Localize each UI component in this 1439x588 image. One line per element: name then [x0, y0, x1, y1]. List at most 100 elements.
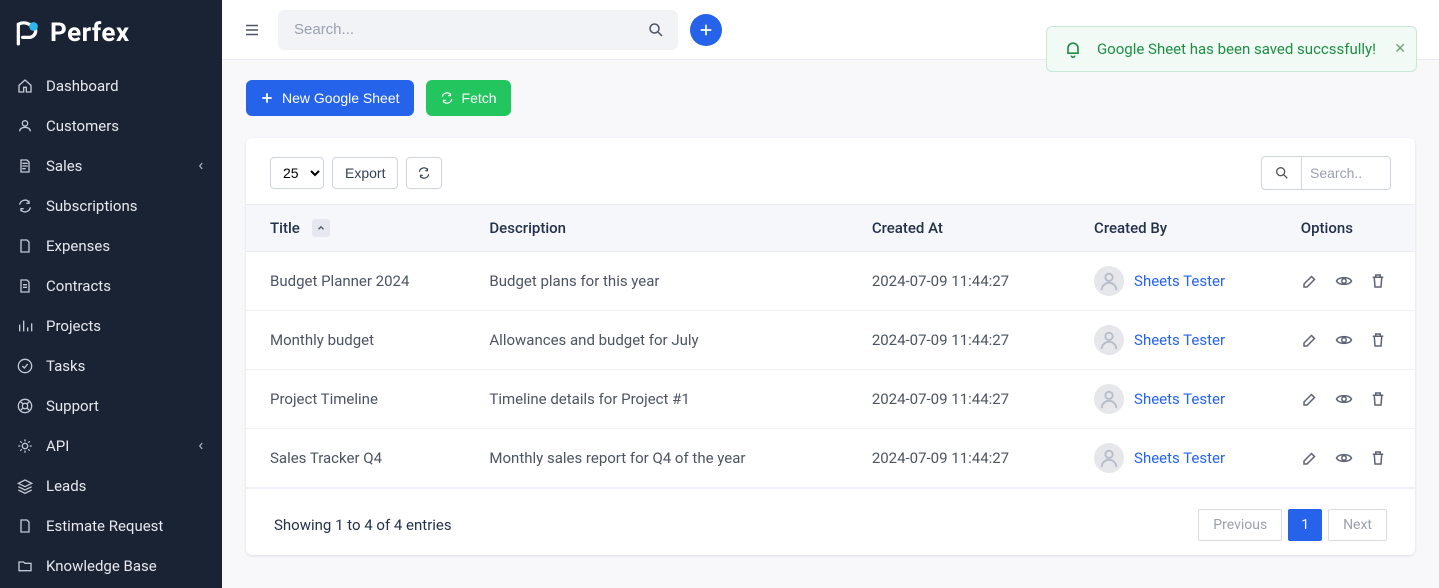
table-search-input[interactable] — [1302, 157, 1390, 189]
sidebar-item-label: Expenses — [46, 237, 110, 255]
sidebar-item-label: Subscriptions — [46, 197, 137, 215]
file-icon — [16, 517, 34, 535]
cell-created-at: 2024-07-09 11:44:27 — [872, 449, 1009, 467]
pager-next[interactable]: Next — [1328, 509, 1387, 541]
quick-add-button[interactable] — [690, 14, 722, 46]
fetch-button[interactable]: Fetch — [426, 80, 511, 116]
row-actions — [1301, 331, 1391, 349]
avatar — [1094, 384, 1124, 414]
cell-description: Timeline details for Project #1 — [489, 390, 689, 408]
sidebar-item-tasks[interactable]: Tasks — [0, 346, 222, 386]
cell-title: Sales Tracker Q4 — [270, 449, 382, 467]
cell-description: Budget plans for this year — [489, 272, 659, 290]
trash-icon — [1369, 331, 1387, 349]
brand-logo[interactable]: Perfex — [0, 0, 222, 66]
chevron-left-icon — [196, 441, 206, 451]
sidebar-item-expenses[interactable]: Expenses — [0, 226, 222, 266]
sidebar-item-leads[interactable]: Leads — [0, 466, 222, 506]
edit-button[interactable] — [1301, 390, 1319, 408]
edit-icon — [1301, 331, 1319, 349]
cell-description: Allowances and budget for July — [489, 331, 698, 349]
created-by-link[interactable]: Sheets Tester — [1134, 331, 1225, 349]
row-actions — [1301, 272, 1391, 290]
view-button[interactable] — [1335, 331, 1353, 349]
view-button[interactable] — [1335, 390, 1353, 408]
col-options: Options — [1285, 205, 1415, 252]
sidebar-item-label: Contracts — [46, 277, 111, 295]
table-row: Budget Planner 2024Budget plans for this… — [246, 252, 1415, 311]
sidebar-item-contracts[interactable]: Contracts — [0, 266, 222, 306]
col-title[interactable]: Title — [246, 205, 473, 252]
sidebar-item-support[interactable]: Support — [0, 386, 222, 426]
cell-title: Project Timeline — [270, 390, 378, 408]
sidebar-item-sales[interactable]: Sales — [0, 146, 222, 186]
trash-icon — [1369, 449, 1387, 467]
created-by-link[interactable]: Sheets Tester — [1134, 272, 1225, 290]
created-by-link[interactable]: Sheets Tester — [1134, 449, 1225, 467]
avatar — [1094, 325, 1124, 355]
created-by-cell: Sheets Tester — [1094, 266, 1269, 296]
edit-button[interactable] — [1301, 331, 1319, 349]
view-button[interactable] — [1335, 272, 1353, 290]
edit-icon — [1301, 272, 1319, 290]
view-button[interactable] — [1335, 449, 1353, 467]
avatar — [1094, 266, 1124, 296]
col-description[interactable]: Description — [473, 205, 855, 252]
table-search-button[interactable] — [1262, 157, 1302, 189]
sidebar-item-label: Estimate Request — [46, 517, 163, 535]
sidebar-item-api[interactable]: API — [0, 426, 222, 466]
home-icon — [16, 77, 34, 95]
sidebar-item-estimate-request[interactable]: Estimate Request — [0, 506, 222, 546]
edit-button[interactable] — [1301, 449, 1319, 467]
success-toast: Google Sheet has been saved succssfully!… — [1046, 26, 1417, 72]
toast-close-button[interactable]: ✕ — [1394, 41, 1406, 57]
new-google-sheet-button[interactable]: New Google Sheet — [246, 80, 414, 116]
global-search-input[interactable] — [278, 10, 678, 50]
sidebar-item-label: Sales — [46, 157, 82, 175]
sidebar-item-label: API — [46, 437, 69, 455]
button-label: Fetch — [462, 90, 497, 106]
created-by-cell: Sheets Tester — [1094, 443, 1269, 473]
sidebar-item-label: Dashboard — [46, 77, 119, 95]
sidebar-item-label: Tasks — [46, 357, 85, 375]
cell-title: Monthly budget — [270, 331, 374, 349]
col-created-by[interactable]: Created By — [1078, 205, 1285, 252]
chevron-left-icon — [196, 161, 206, 171]
sidebar-item-knowledge-base[interactable]: Knowledge Base — [0, 546, 222, 586]
entries-info: Showing 1 to 4 of 4 entries — [274, 516, 452, 534]
col-created-at[interactable]: Created At — [856, 205, 1078, 252]
table-toolbar: 25 Export — [246, 156, 1415, 204]
data-card: 25 Export — [246, 138, 1415, 555]
sidebar-item-projects[interactable]: Projects — [0, 306, 222, 346]
toast-message: Google Sheet has been saved succssfully! — [1097, 40, 1376, 58]
table-refresh-button[interactable] — [406, 157, 442, 189]
created-by-link[interactable]: Sheets Tester — [1134, 390, 1225, 408]
sidebar-item-label: Projects — [46, 317, 101, 335]
eye-icon — [1335, 390, 1353, 408]
sort-asc-icon — [312, 219, 330, 237]
header-label: Created At — [872, 219, 943, 237]
sidebar-item-customers[interactable]: Customers — [0, 106, 222, 146]
folder-icon — [16, 557, 34, 575]
sidebar-item-dashboard[interactable]: Dashboard — [0, 66, 222, 106]
sidebar-toggle-button[interactable] — [238, 16, 266, 44]
delete-button[interactable] — [1369, 331, 1387, 349]
page-size-select[interactable]: 25 — [270, 157, 324, 189]
delete-button[interactable] — [1369, 272, 1387, 290]
edit-button[interactable] — [1301, 272, 1319, 290]
gears-icon — [16, 437, 34, 455]
export-button[interactable]: Export — [332, 157, 398, 189]
trash-icon — [1369, 390, 1387, 408]
delete-button[interactable] — [1369, 449, 1387, 467]
button-label: New Google Sheet — [282, 90, 400, 106]
sheets-table: Title Description Created At Created By … — [246, 204, 1415, 489]
delete-button[interactable] — [1369, 390, 1387, 408]
sidebar-nav: Dashboard Customers Sales Subscriptions Expe… — [0, 66, 222, 588]
global-search-button[interactable] — [642, 16, 670, 44]
table-row: Sales Tracker Q4Monthly sales report for… — [246, 429, 1415, 489]
check-circle-icon — [16, 357, 34, 375]
brand-name: Perfex — [50, 18, 130, 48]
pager-prev[interactable]: Previous — [1198, 509, 1282, 541]
sidebar-item-subscriptions[interactable]: Subscriptions — [0, 186, 222, 226]
pager-page-1[interactable]: 1 — [1288, 509, 1322, 541]
